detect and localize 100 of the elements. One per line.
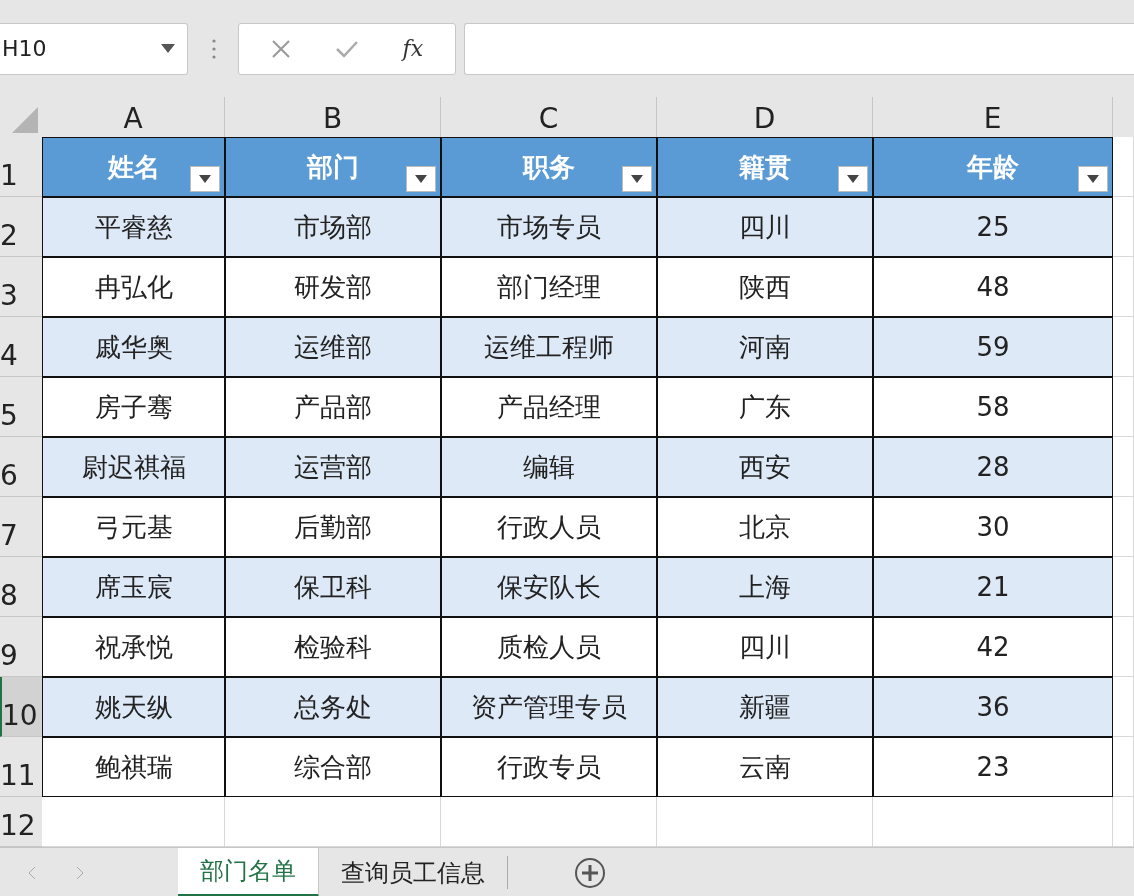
sheet-tab[interactable]: 查询员工信息 [319, 856, 508, 889]
table-cell: 质检人员 [441, 617, 657, 677]
table-cell: 产品经理 [441, 377, 657, 437]
table-cell: 23 [873, 737, 1113, 797]
sheet-tab[interactable]: 部门名单 [178, 848, 319, 896]
table-cell: 河南 [657, 317, 873, 377]
table-cell: 姚天纵 [42, 677, 225, 737]
empty-cell [1113, 257, 1134, 317]
table-cell: 广东 [657, 377, 873, 437]
scroll-right-icon[interactable] [76, 865, 84, 880]
caret-icon [199, 175, 211, 183]
table-cell: 运维工程师 [441, 317, 657, 377]
empty-cell [1113, 317, 1134, 377]
table-header-cell: 部门 [225, 137, 441, 197]
row-header[interactable]: 5 [0, 377, 42, 437]
table-cell: 研发部 [225, 257, 441, 317]
table-cell: 编辑 [441, 437, 657, 497]
row-header[interactable]: 1 [0, 137, 42, 197]
table-cell: 58 [873, 377, 1113, 437]
table-cell: 检验科 [225, 617, 441, 677]
caret-icon [415, 175, 427, 183]
column-header[interactable]: A [42, 97, 225, 137]
row-header[interactable]: 12 [0, 797, 42, 847]
empty-cell [1113, 557, 1134, 617]
table-cell: 鲍祺瑞 [42, 737, 225, 797]
row-header[interactable]: 2 [0, 197, 42, 257]
table-cell: 21 [873, 557, 1113, 617]
table-cell: 戚华奥 [42, 317, 225, 377]
dropdown-caret-icon [161, 44, 175, 53]
column-header[interactable]: C [441, 97, 657, 137]
caret-icon [631, 175, 643, 183]
table-cell: 市场专员 [441, 197, 657, 257]
table-cell: 42 [873, 617, 1113, 677]
table-cell: 上海 [657, 557, 873, 617]
empty-cell [1113, 677, 1134, 737]
column-header[interactable]: D [657, 97, 873, 137]
filter-button[interactable] [838, 166, 868, 192]
row-header[interactable]: 6 [0, 437, 42, 497]
table-cell: 保卫科 [225, 557, 441, 617]
filter-button[interactable] [1078, 166, 1108, 192]
cancel-icon[interactable] [270, 38, 291, 59]
table-cell: 运维部 [225, 317, 441, 377]
table-cell: 新疆 [657, 677, 873, 737]
row-header[interactable]: 8 [0, 557, 42, 617]
table-cell: 综合部 [225, 737, 441, 797]
row-header[interactable]: 11 [0, 737, 42, 797]
table-cell: 资产管理专员 [441, 677, 657, 737]
table-cell: 冉弘化 [42, 257, 225, 317]
table-cell: 平睿慈 [42, 197, 225, 257]
table-header-cell: 职务 [441, 137, 657, 197]
add-sheet-icon[interactable] [574, 856, 606, 889]
filter-button[interactable] [406, 166, 436, 192]
table-cell: 59 [873, 317, 1113, 377]
row-header[interactable]: 10 [0, 677, 42, 737]
more-icon[interactable] [212, 37, 216, 60]
table-cell: 弓元基 [42, 497, 225, 557]
empty-cell [1113, 197, 1134, 257]
column-header[interactable]: E [873, 97, 1113, 137]
row-header[interactable]: 4 [0, 317, 42, 377]
table-cell: 28 [873, 437, 1113, 497]
formula-input-field[interactable] [464, 22, 1134, 75]
table-cell: 四川 [657, 617, 873, 677]
table-cell: 产品部 [225, 377, 441, 437]
empty-cell [1113, 737, 1134, 797]
name-box[interactable]: H10 [0, 22, 188, 75]
empty-cell [1113, 497, 1134, 557]
table-cell: 市场部 [225, 197, 441, 257]
filter-button[interactable] [622, 166, 652, 192]
table-header-cell: 年龄 [873, 137, 1113, 197]
empty-cell [1113, 437, 1134, 497]
caret-icon [847, 175, 859, 183]
table-cell: 陕西 [657, 257, 873, 317]
table-cell: 部门经理 [441, 257, 657, 317]
select-all-icon[interactable] [12, 107, 38, 133]
insert-function-button[interactable]: fx [402, 36, 424, 61]
caret-icon [1087, 175, 1099, 183]
column-header[interactable]: B [225, 97, 441, 137]
table-cell: 席玉宸 [42, 557, 225, 617]
table-cell: 北京 [657, 497, 873, 557]
table-cell: 36 [873, 677, 1113, 737]
empty-cell [1113, 617, 1134, 677]
row-header[interactable]: 7 [0, 497, 42, 557]
row-header[interactable]: 3 [0, 257, 42, 317]
table-cell: 西安 [657, 437, 873, 497]
table-cell: 后勤部 [225, 497, 441, 557]
table-cell: 运营部 [225, 437, 441, 497]
table-cell: 行政专员 [441, 737, 657, 797]
row-header[interactable]: 9 [0, 617, 42, 677]
scroll-left-icon[interactable] [28, 865, 36, 880]
table-cell: 四川 [657, 197, 873, 257]
table-header-cell: 籍贯 [657, 137, 873, 197]
table-cell: 祝承悦 [42, 617, 225, 677]
table-cell: 总务处 [225, 677, 441, 737]
table-cell: 保安队长 [441, 557, 657, 617]
table-cell: 云南 [657, 737, 873, 797]
empty-cell [1113, 377, 1134, 437]
table-cell: 尉迟祺福 [42, 437, 225, 497]
table-cell: 30 [873, 497, 1113, 557]
filter-button[interactable] [190, 166, 220, 192]
table-cell: 行政人员 [441, 497, 657, 557]
